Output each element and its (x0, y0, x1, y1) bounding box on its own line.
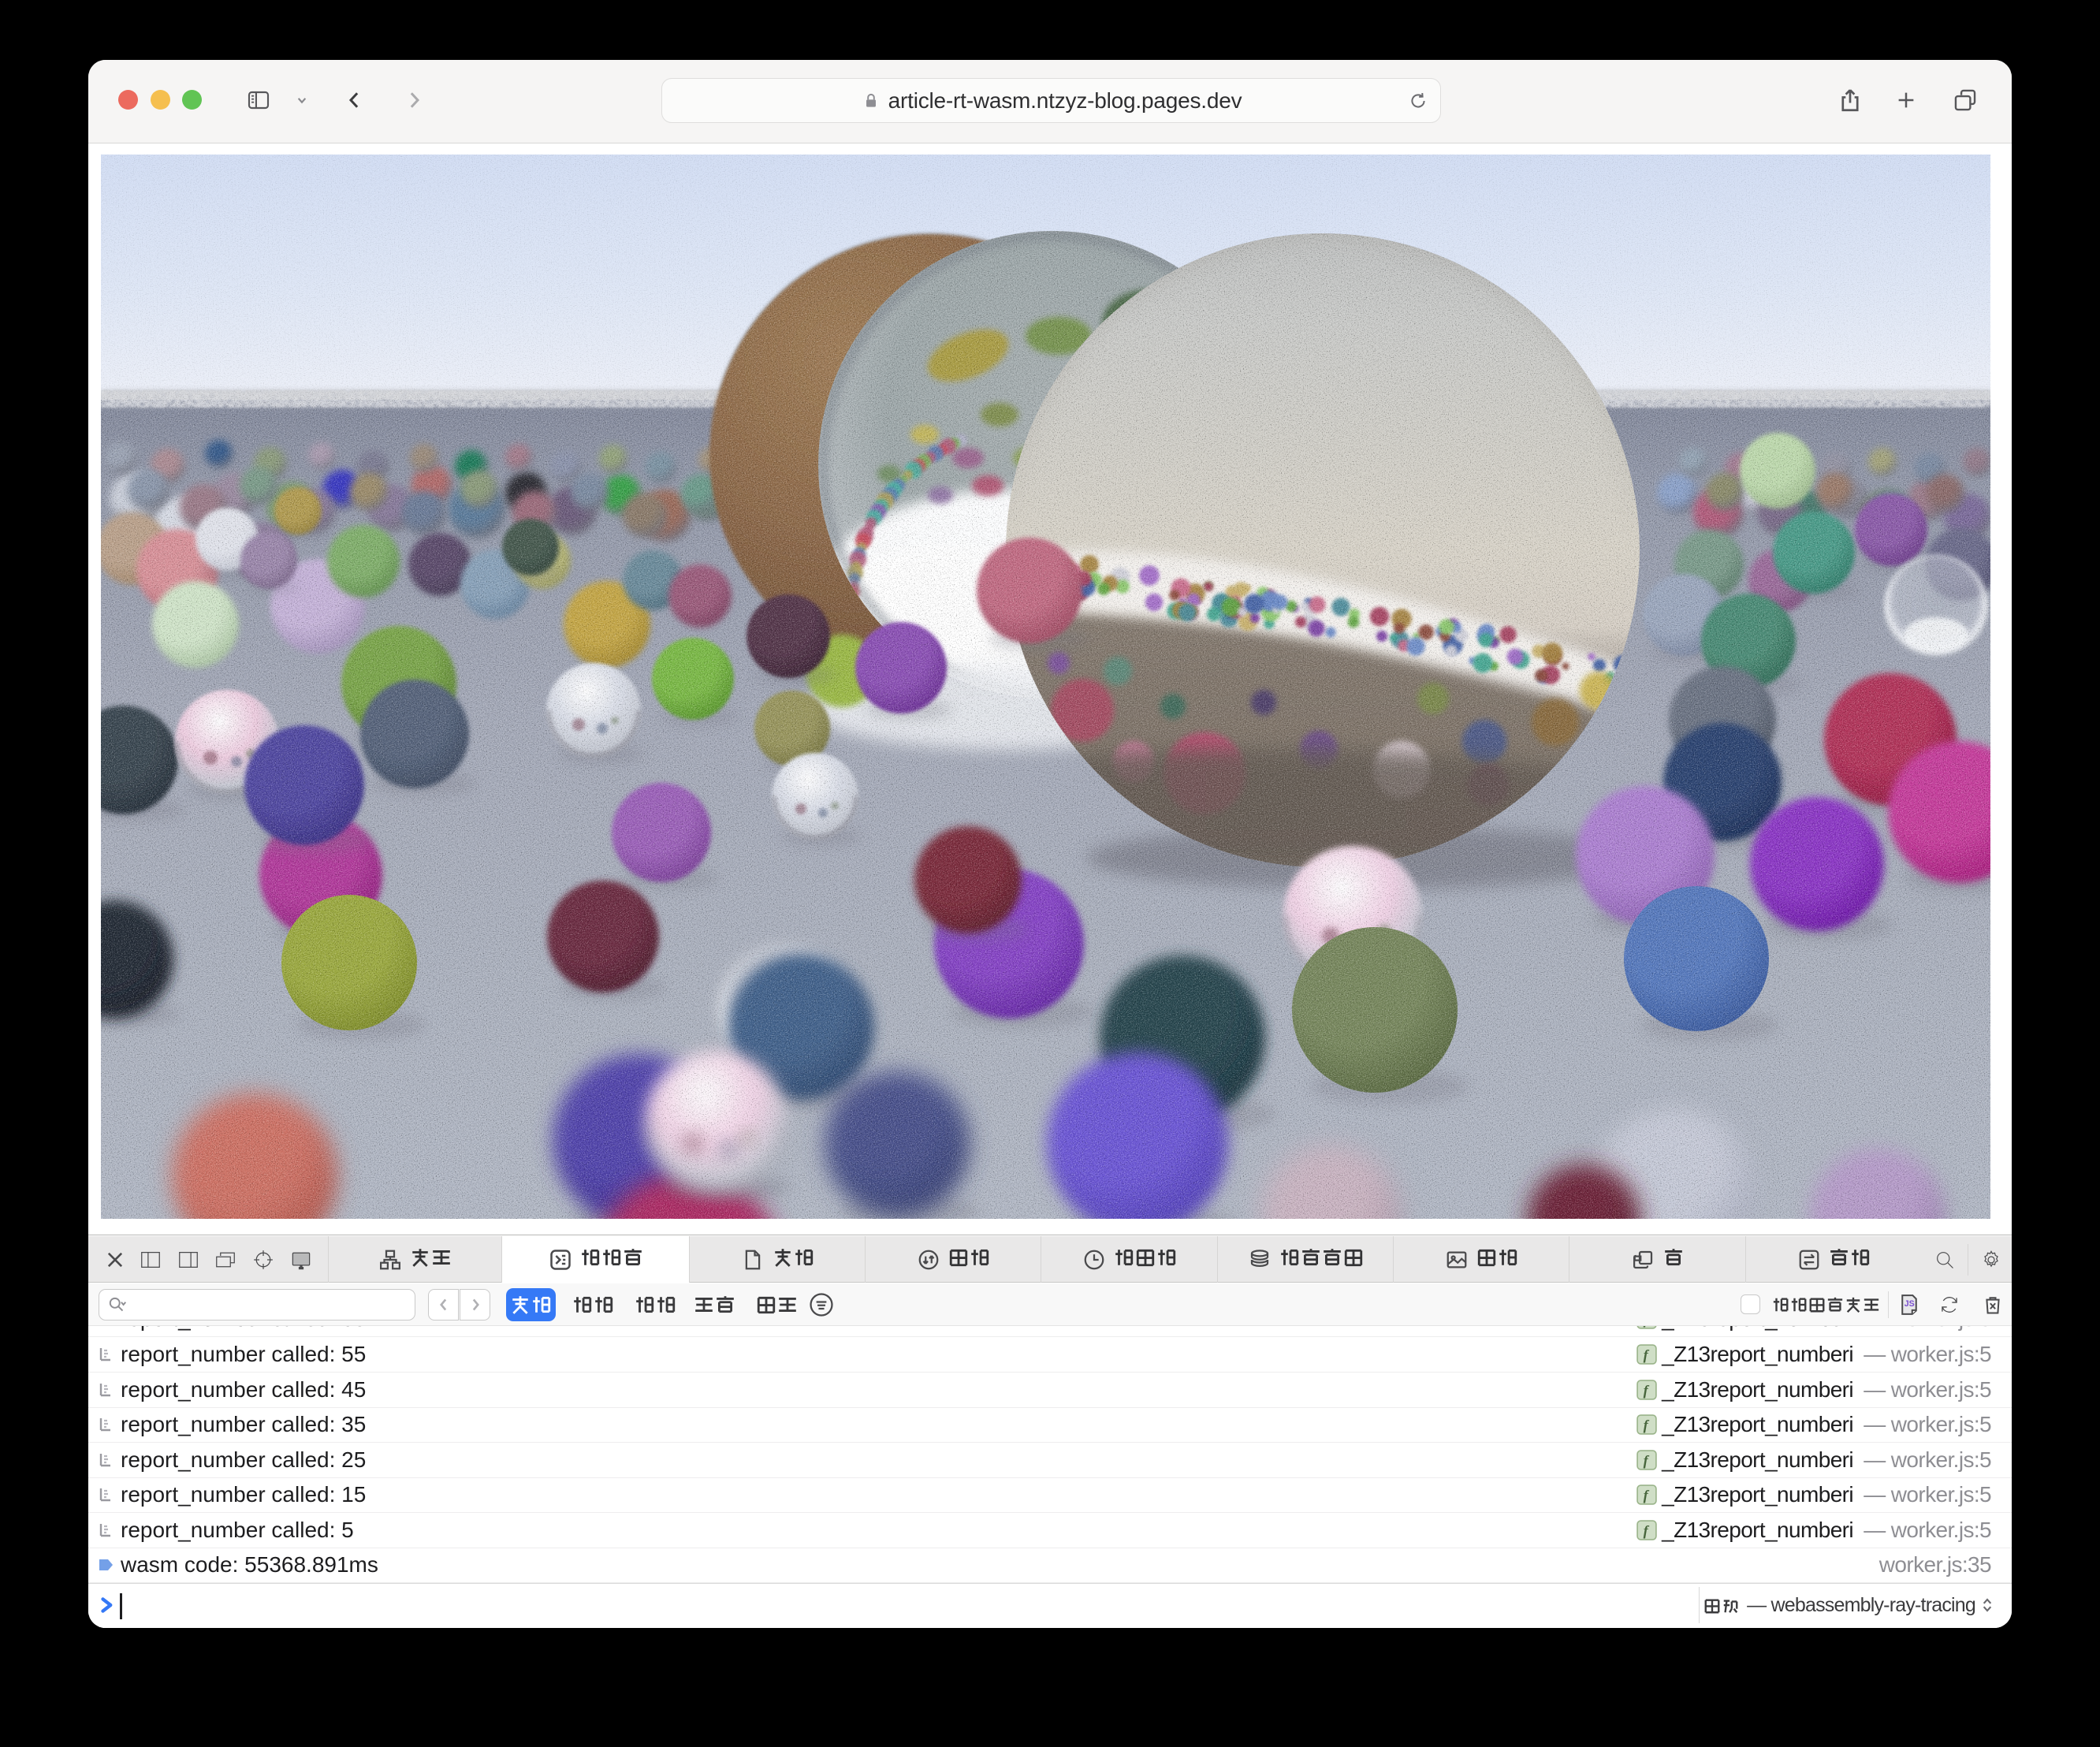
svg-text:JS: JS (1905, 1299, 1915, 1309)
